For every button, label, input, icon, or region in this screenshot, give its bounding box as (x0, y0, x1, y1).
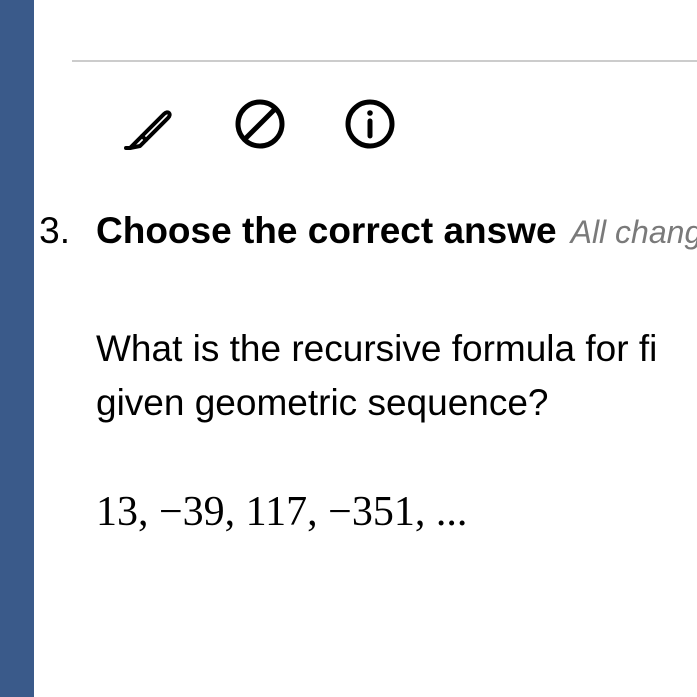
question-number-gutter: 3. (34, 0, 72, 697)
question-header: Choose the correct answe All chang (72, 210, 697, 252)
question-body: What is the recursive formula for fi giv… (96, 322, 697, 429)
question-prompt-line1: What is the recursive formula for fi (96, 322, 697, 376)
toolbar (122, 96, 398, 152)
save-status: All chang (571, 214, 697, 251)
highlighter-icon[interactable] (122, 96, 178, 152)
info-icon[interactable] (342, 96, 398, 152)
question-number: 3. (39, 210, 70, 252)
question-title: Choose the correct answe (96, 210, 557, 252)
question-prompt-line2: given geometric sequence? (96, 376, 697, 430)
question-content: Choose the correct answe All chang What … (72, 0, 697, 697)
geometric-sequence: 13, −39, 117, −351, ... (96, 488, 467, 536)
top-divider (72, 60, 697, 62)
block-icon[interactable] (232, 96, 288, 152)
left-side-strip (0, 0, 34, 697)
